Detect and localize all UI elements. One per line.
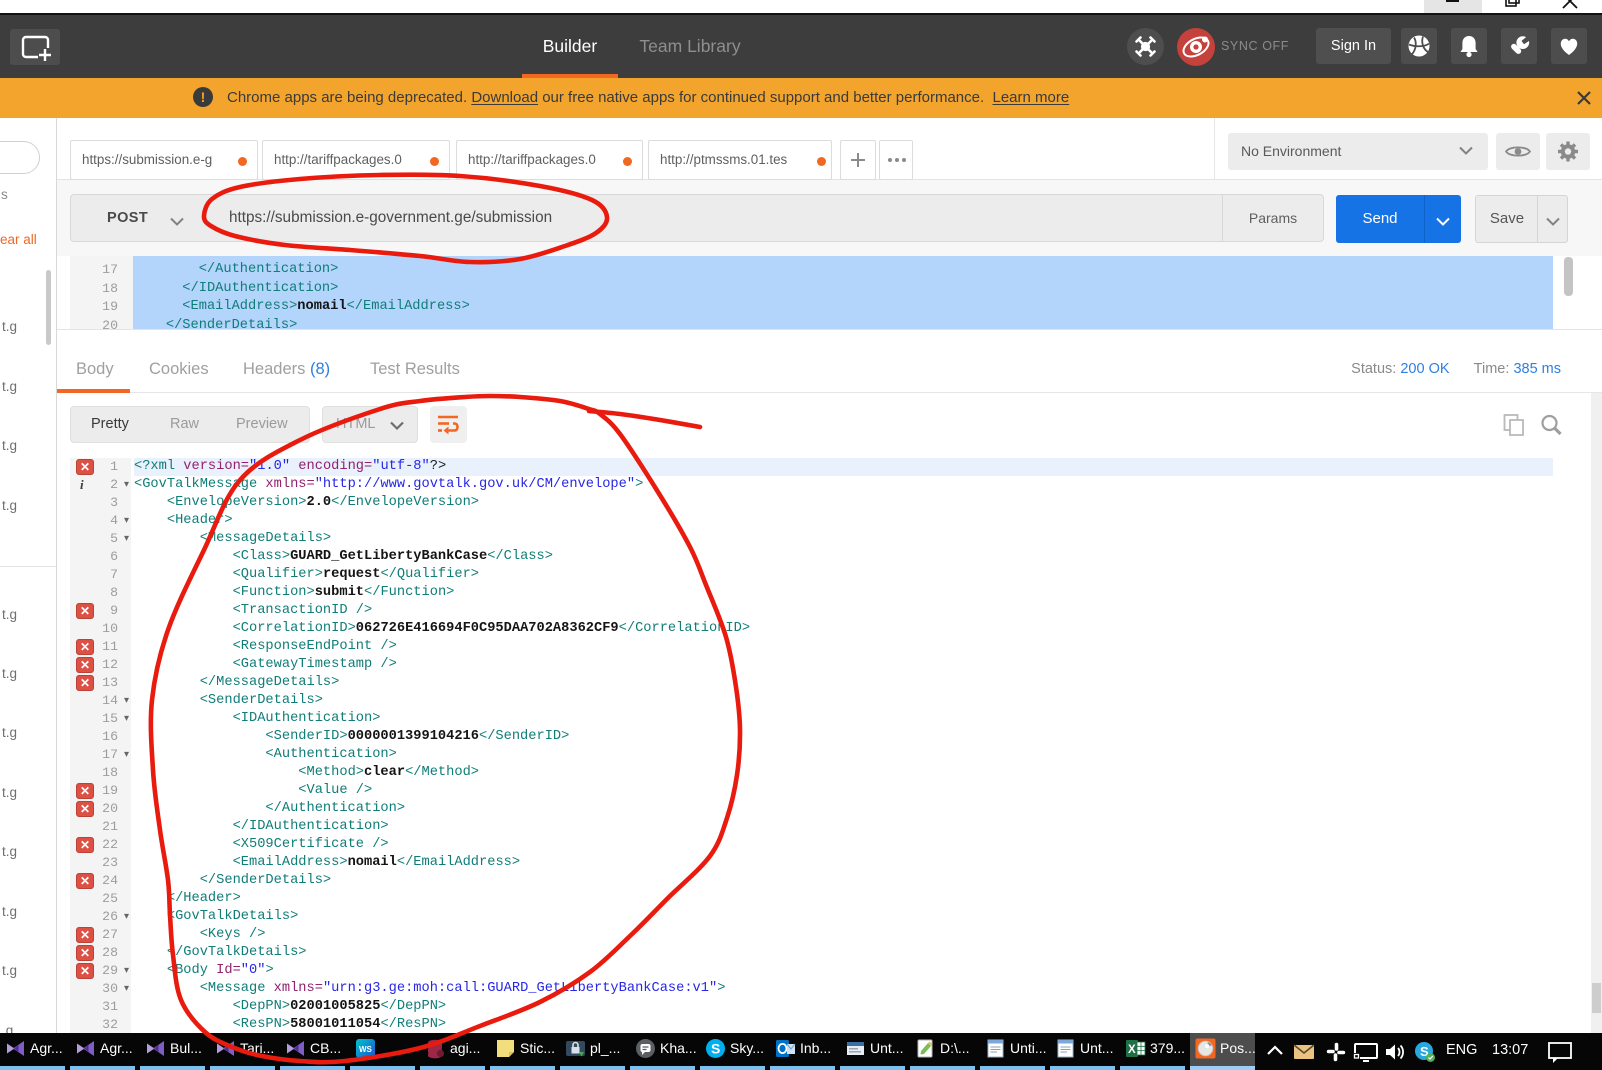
svg-text:S: S [711, 1041, 720, 1057]
svg-text:WS: WS [359, 1045, 373, 1054]
svg-text:X: X [1128, 1044, 1136, 1056]
